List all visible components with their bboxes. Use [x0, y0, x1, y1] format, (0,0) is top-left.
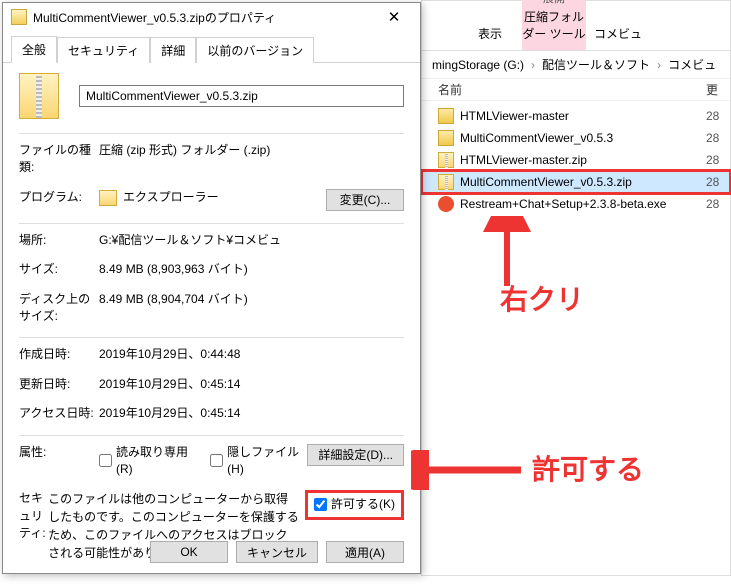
- hidden-input[interactable]: [210, 454, 223, 467]
- titlebar[interactable]: MultiCommentViewer_v0.5.3.zipのプロパティ ✕: [3, 3, 420, 31]
- ribbon-tab-komebi[interactable]: コメビュ: [586, 19, 650, 50]
- tab-details[interactable]: 詳細: [150, 37, 196, 63]
- close-button[interactable]: ✕: [372, 3, 416, 31]
- annotation-arrow-allow: [411, 450, 521, 490]
- zip-icon: [438, 152, 454, 168]
- allow-label: 許可する(K): [331, 496, 395, 513]
- filename-input[interactable]: [79, 85, 404, 107]
- ribbon-tab-display[interactable]: 表示: [458, 19, 522, 50]
- column-modified[interactable]: 更: [706, 81, 730, 98]
- chevron-right-icon: ›: [528, 58, 538, 72]
- file-modified: 28: [706, 153, 730, 167]
- file-item[interactable]: Restream+Chat+Setup+2.3.8-beta.exe28: [422, 193, 730, 215]
- annotation-arrow-rightclick: [457, 216, 557, 286]
- zip-icon: [19, 73, 59, 119]
- file-item[interactable]: MultiCommentViewer_v0.5.328: [422, 127, 730, 149]
- disksize-value: 8.49 MB (8,904,704 バイト): [99, 291, 404, 308]
- location-label: 場所:: [19, 232, 99, 249]
- file-list: HTMLViewer-master28MultiCommentViewer_v0…: [422, 101, 730, 219]
- file-name: Restream+Chat+Setup+2.3.8-beta.exe: [460, 197, 706, 211]
- ribbon-tabs: 表示 展開 圧縮フォルダー ツール コメビュ: [422, 1, 730, 51]
- program-value: エクスプローラー: [99, 189, 326, 206]
- created-value: 2019年10月29日、0:44:48: [99, 346, 404, 363]
- property-tabs: 全般 セキュリティ 詳細 以前のバージョン: [3, 31, 420, 63]
- ok-button[interactable]: OK: [150, 541, 228, 563]
- file-modified: 28: [706, 109, 730, 123]
- cancel-button[interactable]: キャンセル: [236, 541, 318, 563]
- breadcrumb-segment[interactable]: mingStorage (G:): [428, 58, 528, 72]
- dialog-buttons: OK キャンセル 適用(A): [150, 541, 404, 563]
- disksize-label: ディスク上のサイズ:: [19, 291, 99, 326]
- file-modified: 28: [706, 175, 730, 189]
- file-name: HTMLViewer-master: [460, 109, 706, 123]
- folder-icon: [438, 130, 454, 146]
- column-headers[interactable]: 名前 更: [422, 79, 730, 101]
- file-name: MultiCommentViewer_v0.5.3: [460, 131, 706, 145]
- chevron-right-icon: ›: [654, 58, 664, 72]
- size-label: サイズ:: [19, 261, 99, 278]
- file-modified: 28: [706, 131, 730, 145]
- explorer-icon: [99, 190, 117, 206]
- filetype-label: ファイルの種類:: [19, 142, 99, 177]
- breadcrumb-segment[interactable]: 配信ツール＆ソフト: [538, 56, 654, 73]
- modified-label: 更新日時:: [19, 376, 99, 393]
- attributes-label: 属性:: [19, 444, 99, 461]
- zip-file-icon: [11, 9, 27, 25]
- exe-icon: [438, 196, 454, 212]
- allow-checkbox-highlight[interactable]: 許可する(K): [305, 490, 404, 519]
- annotation-allow-text: 許可する: [532, 448, 644, 488]
- apply-button[interactable]: 適用(A): [326, 541, 404, 563]
- advanced-button[interactable]: 詳細設定(D)...: [307, 444, 404, 466]
- size-value: 8.49 MB (8,903,963 バイト): [99, 261, 404, 278]
- modified-value: 2019年10月29日、0:45:14: [99, 376, 404, 393]
- ribbon-tool-group-label: 展開: [522, 0, 586, 6]
- program-name: エクスプローラー: [123, 190, 219, 204]
- readonly-input[interactable]: [99, 454, 112, 467]
- readonly-label: 読み取り専用(R): [116, 444, 196, 479]
- accessed-label: アクセス日時:: [19, 405, 99, 422]
- folder-icon: [438, 108, 454, 124]
- properties-dialog: MultiCommentViewer_v0.5.3.zipのプロパティ ✕ 全般…: [2, 2, 421, 574]
- tab-security[interactable]: セキュリティ: [57, 37, 150, 63]
- hidden-checkbox[interactable]: 隠しファイル(H): [210, 444, 307, 479]
- location-value: G:¥配信ツール＆ソフト¥コメビュ: [99, 232, 404, 249]
- allow-input[interactable]: [314, 498, 327, 511]
- file-name: MultiCommentViewer_v0.5.3.zip: [460, 175, 706, 189]
- file-name: HTMLViewer-master.zip: [460, 153, 706, 167]
- program-label: プログラム:: [19, 189, 99, 206]
- general-panel: ファイルの種類: 圧縮 (zip 形式) フォルダー (.zip) プログラム:…: [3, 63, 420, 584]
- filetype-value: 圧縮 (zip 形式) フォルダー (.zip): [99, 142, 404, 159]
- breadcrumb[interactable]: mingStorage (G:) › 配信ツール＆ソフト › コメビュ: [422, 51, 730, 79]
- file-item[interactable]: HTMLViewer-master28: [422, 105, 730, 127]
- zip-icon: [438, 174, 454, 190]
- dialog-title: MultiCommentViewer_v0.5.3.zipのプロパティ: [33, 9, 372, 26]
- change-program-button[interactable]: 変更(C)...: [326, 189, 404, 211]
- file-modified: 28: [706, 197, 730, 211]
- readonly-checkbox[interactable]: 読み取り専用(R): [99, 444, 196, 479]
- file-item[interactable]: HTMLViewer-master.zip28: [422, 149, 730, 171]
- accessed-value: 2019年10月29日、0:45:14: [99, 405, 404, 422]
- breadcrumb-segment[interactable]: コメビュ: [664, 56, 720, 73]
- tab-previous-versions[interactable]: 以前のバージョン: [196, 37, 314, 63]
- annotation-rightclick-text: 右クリ: [500, 278, 584, 318]
- ribbon-tab-compressed-tools[interactable]: 展開 圧縮フォルダー ツール: [522, 0, 586, 50]
- tab-general[interactable]: 全般: [11, 36, 57, 63]
- ribbon-tab-label: 圧縮フォルダー ツール: [522, 10, 585, 41]
- ribbon-spacer: [422, 36, 458, 50]
- security-label: セキュリティ:: [19, 490, 48, 542]
- column-name[interactable]: 名前: [438, 81, 706, 98]
- file-item[interactable]: MultiCommentViewer_v0.5.3.zip28: [422, 171, 730, 193]
- created-label: 作成日時:: [19, 346, 99, 363]
- hidden-label: 隠しファイル(H): [227, 444, 307, 479]
